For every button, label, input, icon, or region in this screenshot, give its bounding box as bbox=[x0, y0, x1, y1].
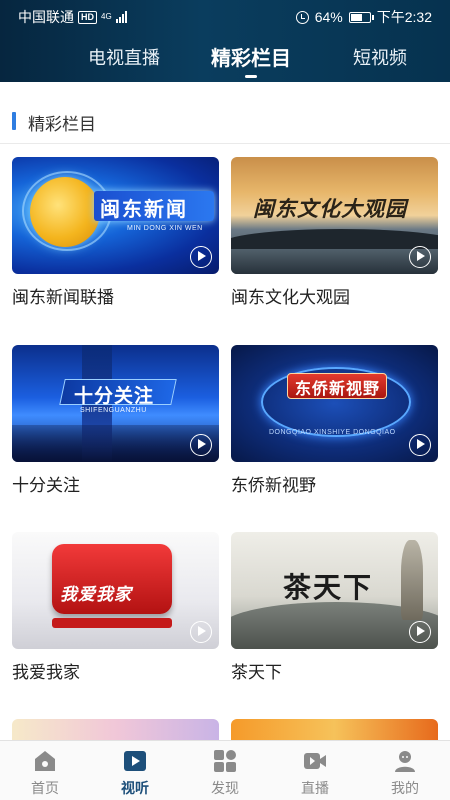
statue-graphic bbox=[401, 540, 423, 620]
clock: 下午2:32 bbox=[376, 9, 432, 25]
nav-label: 视听 bbox=[121, 780, 149, 796]
thumbnail-title: 闽东新闻 bbox=[100, 199, 188, 221]
nav-live[interactable]: 直播 bbox=[270, 741, 360, 800]
program-title[interactable]: 茶天下 bbox=[231, 658, 282, 683]
battery-icon bbox=[348, 11, 374, 23]
thumbnail-subtitle: MIN DONG XIN WEN bbox=[127, 225, 203, 232]
water-reflection bbox=[231, 249, 438, 274]
thumbnail-title: 我爱我家 bbox=[60, 585, 132, 604]
signal-icon bbox=[115, 11, 127, 23]
program-thumbnail-partial[interactable] bbox=[231, 719, 438, 740]
program-title[interactable]: 闽东新闻联播 bbox=[12, 283, 114, 308]
thumbnail-subtitle: DONGQIAO XINSHIYE DONGQIAO bbox=[269, 429, 396, 436]
thumbnail-title: 闽东文化大观园 bbox=[253, 196, 407, 221]
nav-label: 我的 bbox=[391, 780, 419, 796]
program-thumbnail[interactable]: 闽东新闻 MIN DONG XIN WEN bbox=[12, 157, 219, 274]
nav-home[interactable]: 首页 bbox=[0, 741, 90, 800]
nav-discover[interactable]: 发现 bbox=[180, 741, 270, 800]
play-icon[interactable] bbox=[190, 246, 212, 268]
program-thumbnail[interactable]: 我爱我家 bbox=[12, 532, 219, 649]
program-thumbnail[interactable]: 闽东文化大观园 bbox=[231, 157, 438, 274]
program-title[interactable]: 我爱我家 bbox=[12, 658, 80, 683]
section-header: 精彩栏目 bbox=[0, 96, 450, 144]
top-tab-bar: 电视直播 精彩栏目 短视频 bbox=[0, 38, 450, 78]
play-icon[interactable] bbox=[409, 246, 431, 268]
program-thumbnail[interactable]: 东侨新视野 DONGQIAO XINSHIYE DONGQIAO bbox=[231, 345, 438, 462]
program-title[interactable]: 十分关注 bbox=[12, 471, 80, 496]
nav-profile[interactable]: 我的 bbox=[360, 741, 450, 800]
play-icon[interactable] bbox=[409, 621, 431, 643]
battery-percent: 64% bbox=[314, 9, 343, 25]
section-accent-bar bbox=[12, 112, 16, 130]
home-icon bbox=[35, 751, 55, 771]
nav-audio-visual[interactable]: 视听 bbox=[90, 741, 180, 800]
program-thumbnail-partial[interactable] bbox=[12, 719, 219, 740]
discover-grid-icon bbox=[214, 750, 236, 772]
play-icon[interactable] bbox=[409, 434, 431, 456]
active-tab-indicator bbox=[245, 75, 257, 78]
crowd-silhouette bbox=[12, 425, 219, 462]
program-title[interactable]: 东侨新视野 bbox=[231, 471, 316, 496]
status-bar: 中国联通 HD 4G 64% 下午2:32 bbox=[0, 0, 450, 30]
section-title: 精彩栏目 bbox=[28, 115, 96, 134]
network-label: 4G bbox=[101, 12, 112, 21]
carrier-label: 中国联通 bbox=[18, 9, 74, 25]
top-header: 中国联通 HD 4G 64% 下午2:32 电视直播 精彩栏目 短视频 bbox=[0, 0, 450, 82]
program-thumbnail[interactable]: 十分关注 SHIFENGUANZHU bbox=[12, 345, 219, 462]
live-camera-icon bbox=[304, 753, 326, 769]
tab-featured-programs[interactable]: 精彩栏目 bbox=[211, 42, 291, 71]
nav-label: 发现 bbox=[211, 780, 239, 796]
tab-tv-live[interactable]: 电视直播 bbox=[88, 44, 160, 70]
play-icon[interactable] bbox=[190, 434, 212, 456]
nav-label: 直播 bbox=[301, 780, 329, 796]
thumbnail-title: 茶天下 bbox=[283, 571, 374, 604]
thumbnail-title: 十分关注 bbox=[74, 386, 155, 407]
video-play-icon bbox=[124, 751, 146, 771]
platform-graphic bbox=[52, 618, 172, 628]
alarm-icon bbox=[295, 10, 309, 24]
bottom-navigation: 首页 视听 发现 直播 我的 bbox=[0, 740, 450, 800]
thumbnail-title: 东侨新视野 bbox=[295, 381, 381, 398]
nav-label: 首页 bbox=[31, 780, 59, 796]
program-title[interactable]: 闽东文化大观园 bbox=[231, 283, 350, 308]
tab-short-video[interactable]: 短视频 bbox=[353, 44, 407, 70]
hd-badge: HD bbox=[78, 10, 97, 24]
play-icon[interactable] bbox=[190, 621, 212, 643]
thumbnail-subtitle: SHIFENGUANZHU bbox=[80, 407, 147, 414]
profile-icon bbox=[395, 751, 415, 772]
program-thumbnail[interactable]: 茶天下 bbox=[231, 532, 438, 649]
